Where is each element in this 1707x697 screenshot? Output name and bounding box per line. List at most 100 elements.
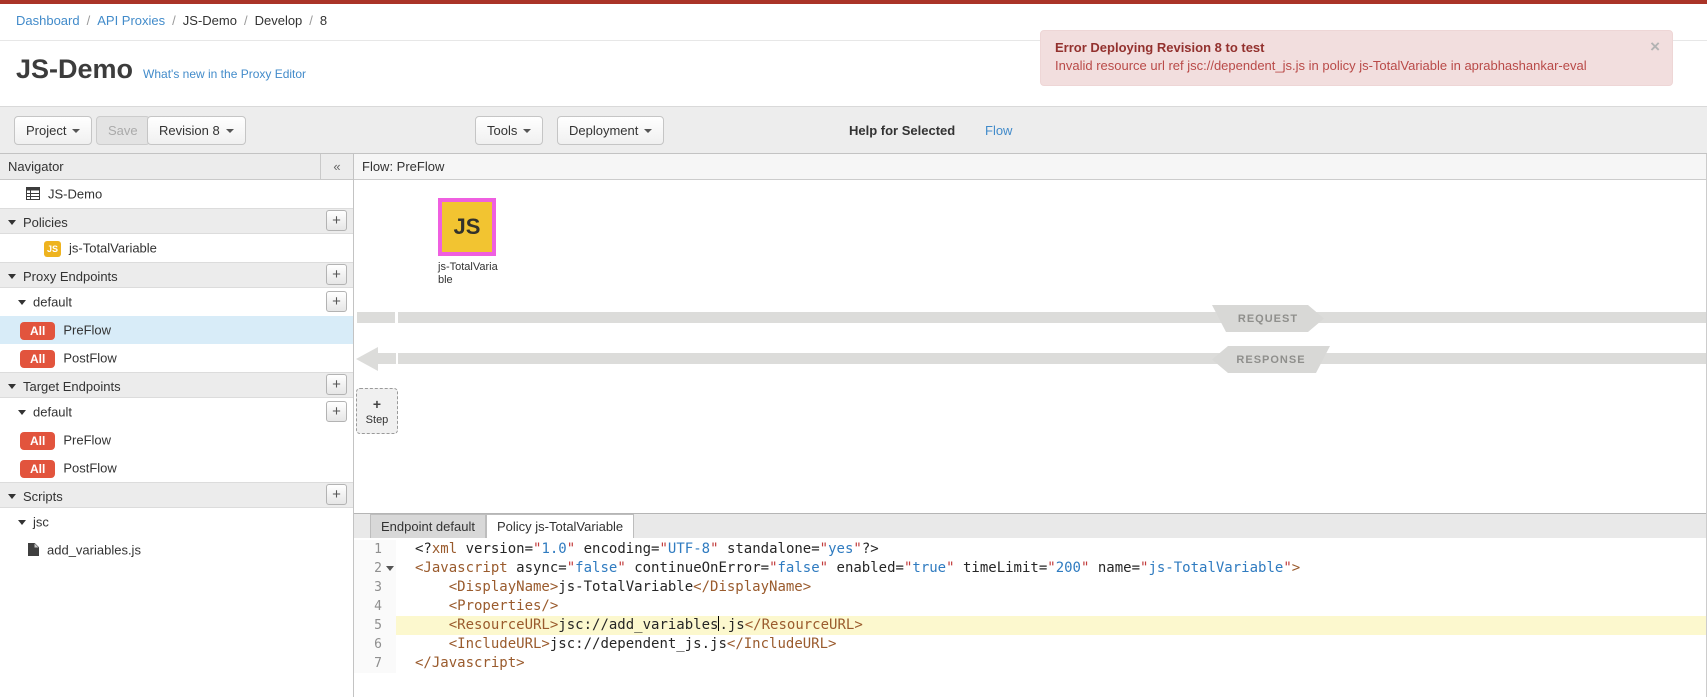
- caret-down-icon[interactable]: [18, 300, 26, 305]
- close-icon[interactable]: ×: [1650, 40, 1660, 54]
- add-button[interactable]: +: [326, 264, 347, 285]
- sidebar-item-label: JS-Demo: [48, 187, 102, 202]
- breadcrumb-separator: /: [172, 13, 176, 28]
- sidebar-item-add-variables-js[interactable]: add_variables.js: [0, 536, 353, 564]
- breadcrumb: Dashboard/API Proxies/JS-Demo/Develop/8: [16, 13, 327, 28]
- caret-down-icon[interactable]: [18, 520, 26, 525]
- sidebar-item-label: Target Endpoints: [23, 379, 121, 394]
- navigator-title: Navigator: [8, 159, 64, 174]
- response-arrow-icon: [356, 347, 378, 371]
- add-button[interactable]: +: [326, 374, 347, 395]
- code-line-2[interactable]: 2<Javascript async="false" continueOnErr…: [354, 559, 1706, 578]
- tab-policy-js-totalvariable[interactable]: Policy js-TotalVariable: [486, 514, 634, 538]
- revision-button[interactable]: Revision 8: [147, 116, 246, 145]
- sidebar-item-proxy-postflow[interactable]: AllPostFlow: [0, 344, 353, 372]
- sidebar-item-target-endpoints[interactable]: Target Endpoints +: [0, 372, 353, 398]
- response-ribbon: RESPONSE: [1212, 346, 1330, 373]
- code-lines[interactable]: 1<?xml version="1.0" encoding="UTF-8" st…: [354, 538, 1706, 697]
- caret-down-icon[interactable]: [8, 384, 16, 389]
- line-number: 5: [354, 616, 396, 635]
- add-step-button[interactable]: + Step: [356, 388, 398, 434]
- add-button[interactable]: +: [326, 210, 347, 231]
- add-button[interactable]: +: [326, 291, 347, 312]
- sidebar-item-label: default: [33, 405, 72, 420]
- breadcrumb-separator: /: [309, 13, 313, 28]
- navigator-header: Navigator «: [0, 154, 353, 180]
- code-text: </Javascript>: [396, 654, 525, 673]
- breadcrumb-item-js-demo: JS-Demo: [183, 13, 237, 28]
- line-number: 1: [354, 540, 396, 559]
- sidebar-item-proxy-preflow[interactable]: AllPreFlow: [0, 316, 353, 344]
- sidebar-item-label: PreFlow: [63, 323, 111, 338]
- code-text: <ResourceURL>jsc://add_variables.js</Res…: [396, 616, 863, 635]
- sidebar-item-label: PostFlow: [63, 351, 116, 366]
- tools-button[interactable]: Tools: [475, 116, 543, 145]
- sidebar-item-jsc[interactable]: jsc: [0, 508, 353, 536]
- navigator-rows: JS-Demo Policies + JS js-TotalVariable Proxy …: [0, 180, 353, 564]
- main-panel: Flow: PreFlow JS js-TotalVariable REQUES…: [354, 154, 1707, 697]
- add-button[interactable]: +: [326, 484, 347, 505]
- sidebar-item-policy-js-totalvariable[interactable]: JS js-TotalVariable: [0, 234, 353, 262]
- proxy-icon: [26, 182, 40, 210]
- flow-header: Flow: PreFlow: [354, 154, 1706, 180]
- js-badge: JS: [44, 241, 61, 257]
- sidebar-item-label: default: [33, 295, 72, 310]
- code-text: <Properties/>: [396, 597, 558, 616]
- policy-node-label: js-TotalVariable: [438, 261, 498, 287]
- breadcrumb-item-dashboard[interactable]: Dashboard: [16, 13, 80, 28]
- help-for-selected-label: Help for Selected: [849, 123, 955, 138]
- caret-down-icon[interactable]: [8, 220, 16, 225]
- sidebar-item-proxy-endpoints[interactable]: Proxy Endpoints+: [0, 262, 353, 288]
- sidebar-item-policies[interactable]: Policies +: [0, 208, 353, 234]
- project-button[interactable]: Project: [14, 116, 92, 145]
- code-line-7[interactable]: 7</Javascript>: [354, 654, 1706, 673]
- code-text: <IncludeURL>jsc://dependent_js.js</Inclu…: [396, 635, 836, 654]
- code-line-1[interactable]: 1<?xml version="1.0" encoding="UTF-8" st…: [354, 540, 1706, 559]
- sidebar-item-label: Policies: [23, 215, 68, 230]
- tab-endpoint-default[interactable]: Endpoint default: [370, 514, 486, 538]
- title-bar: JS-Demo What's new in the Proxy Editor: [16, 54, 306, 85]
- caret-down-icon[interactable]: [8, 274, 16, 279]
- breadcrumb-separator: /: [87, 13, 91, 28]
- sidebar-item-label: Scripts: [23, 489, 63, 504]
- line-number: 6: [354, 635, 396, 654]
- sidebar-item-label: jsc: [33, 515, 49, 530]
- save-button[interactable]: Save: [96, 116, 150, 145]
- code-line-4[interactable]: 4 <Properties/>: [354, 597, 1706, 616]
- navigator-panel: Navigator « JS-Demo Policies + JS js-TotalVa…: [0, 154, 354, 697]
- fold-caret-icon[interactable]: [386, 566, 394, 571]
- javascript-policy-icon[interactable]: JS: [438, 198, 496, 256]
- caret-down-icon[interactable]: [18, 410, 26, 415]
- all-badge: All: [20, 460, 55, 478]
- top-accent-bar: [0, 0, 1707, 4]
- flow-help-link[interactable]: Flow: [985, 123, 1012, 138]
- caret-down-icon: [644, 129, 652, 133]
- whats-new-link[interactable]: What's new in the Proxy Editor: [143, 67, 306, 81]
- caret-down-icon[interactable]: [8, 494, 16, 499]
- sidebar-item-scripts[interactable]: Scripts +: [0, 482, 353, 508]
- code-line-5[interactable]: 5 <ResourceURL>jsc://add_variables.js</R…: [354, 616, 1706, 635]
- code-line-6[interactable]: 6 <IncludeURL>jsc://dependent_js.js</Inc…: [354, 635, 1706, 654]
- sidebar-item-label: PostFlow: [63, 461, 116, 476]
- sidebar-item-proxy-default[interactable]: default +: [0, 288, 353, 316]
- sidebar-item-js-demo[interactable]: JS-Demo: [0, 180, 353, 208]
- sidebar-item-label: js-TotalVariable: [69, 241, 157, 256]
- file-icon: [28, 538, 39, 566]
- breadcrumb-separator: /: [244, 13, 248, 28]
- sidebar-item-target-preflow[interactable]: All PreFlow: [0, 426, 353, 454]
- policy-node-js-totalvariable[interactable]: JS js-TotalVariable: [438, 198, 496, 287]
- sidebar-item-target-postflow[interactable]: All PostFlow: [0, 454, 353, 482]
- sidebar-item-label: PreFlow: [63, 433, 111, 448]
- line-number: 4: [354, 597, 396, 616]
- breadcrumb-item-api-proxies[interactable]: API Proxies: [97, 13, 165, 28]
- code-line-3[interactable]: 3 <DisplayName>js-TotalVariable</Display…: [354, 578, 1706, 597]
- add-button[interactable]: +: [326, 401, 347, 422]
- page-title: JS-Demo: [16, 54, 133, 84]
- toast-message: Invalid resource url ref jsc://dependent…: [1055, 57, 1638, 75]
- deployment-button[interactable]: Deployment: [557, 116, 664, 145]
- response-lane: [398, 353, 1706, 364]
- all-badge: All: [20, 432, 55, 450]
- line-number: 3: [354, 578, 396, 597]
- sidebar-item-target-default[interactable]: default +: [0, 398, 353, 426]
- collapse-navigator-button[interactable]: «: [320, 154, 353, 179]
